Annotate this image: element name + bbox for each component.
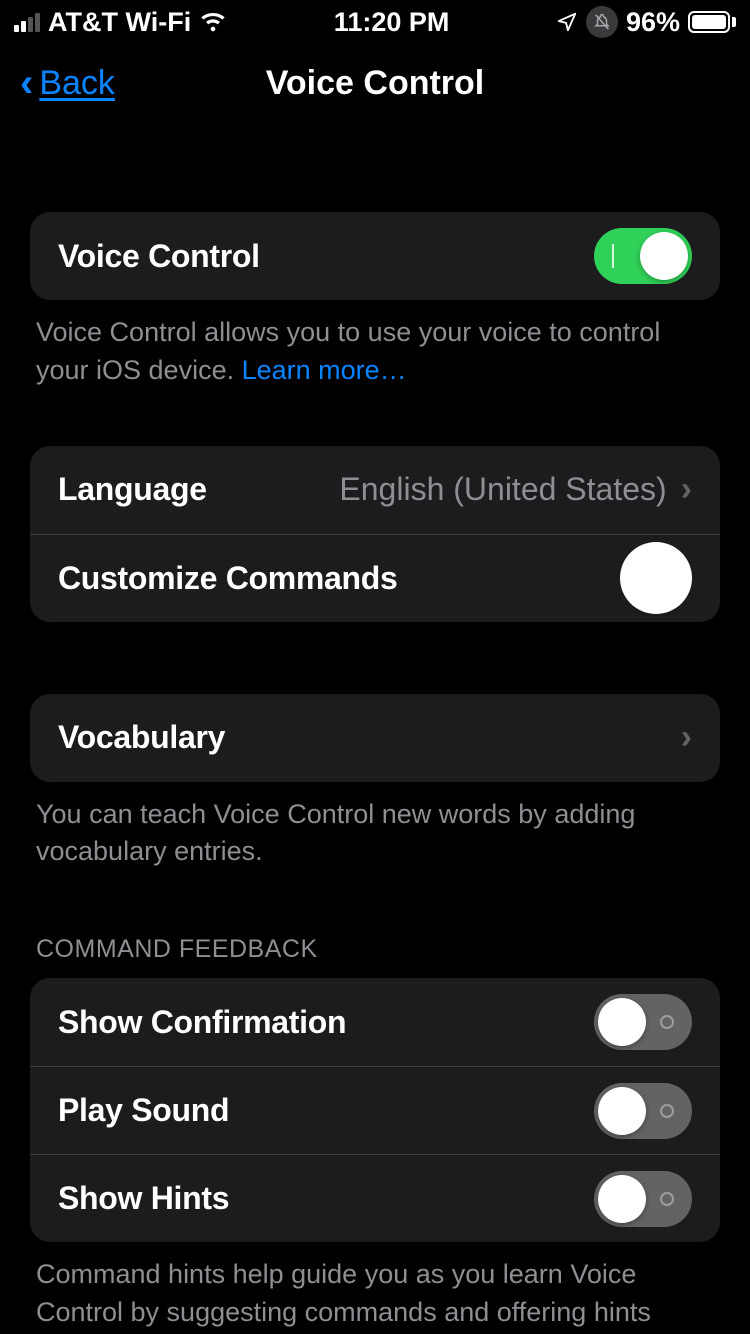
status-left: AT&T Wi-Fi: [14, 7, 227, 38]
language-value: English (United States): [339, 471, 666, 508]
play-sound-row[interactable]: Play Sound: [30, 1066, 720, 1154]
cellular-signal-icon: [14, 12, 40, 32]
loading-indicator-icon: [620, 542, 692, 614]
battery-percentage: 96%: [626, 7, 680, 38]
command-feedback-header: COMMAND FEEDBACK: [30, 935, 720, 978]
voice-control-toggle[interactable]: [594, 228, 692, 284]
show-hints-row[interactable]: Show Hints: [30, 1154, 720, 1242]
back-label: Back: [39, 64, 115, 103]
chevron-left-icon: ‹: [20, 63, 33, 103]
chevron-right-icon: ›: [681, 718, 692, 757]
show-confirmation-row[interactable]: Show Confirmation: [30, 978, 720, 1066]
voice-control-group: Voice Control: [30, 212, 720, 300]
language-row[interactable]: Language English (United States) ›: [30, 446, 720, 534]
location-icon: [556, 11, 578, 33]
customize-commands-label: Customize Commands: [58, 560, 620, 597]
voice-control-label: Voice Control: [58, 238, 594, 275]
voice-control-footer: Voice Control allows you to use your voi…: [30, 300, 720, 390]
vocabulary-group: Vocabulary ›: [30, 694, 720, 782]
command-feedback-footer: Command hints help guide you as you lear…: [30, 1242, 720, 1334]
show-hints-toggle[interactable]: [594, 1171, 692, 1227]
language-label: Language: [58, 471, 339, 508]
vocabulary-row[interactable]: Vocabulary ›: [30, 694, 720, 782]
back-button[interactable]: ‹ Back: [20, 63, 115, 103]
show-hints-label: Show Hints: [58, 1180, 594, 1217]
status-bar: AT&T Wi-Fi 11:20 PM 96%: [0, 0, 750, 44]
voice-control-row[interactable]: Voice Control: [30, 212, 720, 300]
mute-icon: [586, 6, 618, 38]
learn-more-link[interactable]: Learn more…: [242, 355, 407, 385]
vocabulary-label: Vocabulary: [58, 719, 681, 756]
nav-bar: ‹ Back Voice Control: [0, 44, 750, 122]
command-feedback-group: Show Confirmation Play Sound Show Hints: [30, 978, 720, 1242]
customize-commands-row[interactable]: Customize Commands: [30, 534, 720, 622]
chevron-right-icon: ›: [681, 470, 692, 509]
status-time: 11:20 PM: [227, 7, 556, 38]
carrier-label: AT&T Wi-Fi: [48, 7, 191, 38]
language-group: Language English (United States) › Custo…: [30, 446, 720, 622]
status-right: 96%: [556, 6, 736, 38]
show-confirmation-toggle[interactable]: [594, 994, 692, 1050]
vocabulary-footer: You can teach Voice Control new words by…: [30, 782, 720, 872]
battery-icon: [688, 11, 736, 33]
play-sound-label: Play Sound: [58, 1092, 594, 1129]
wifi-icon: [199, 11, 227, 33]
play-sound-toggle[interactable]: [594, 1083, 692, 1139]
show-confirmation-label: Show Confirmation: [58, 1004, 594, 1041]
